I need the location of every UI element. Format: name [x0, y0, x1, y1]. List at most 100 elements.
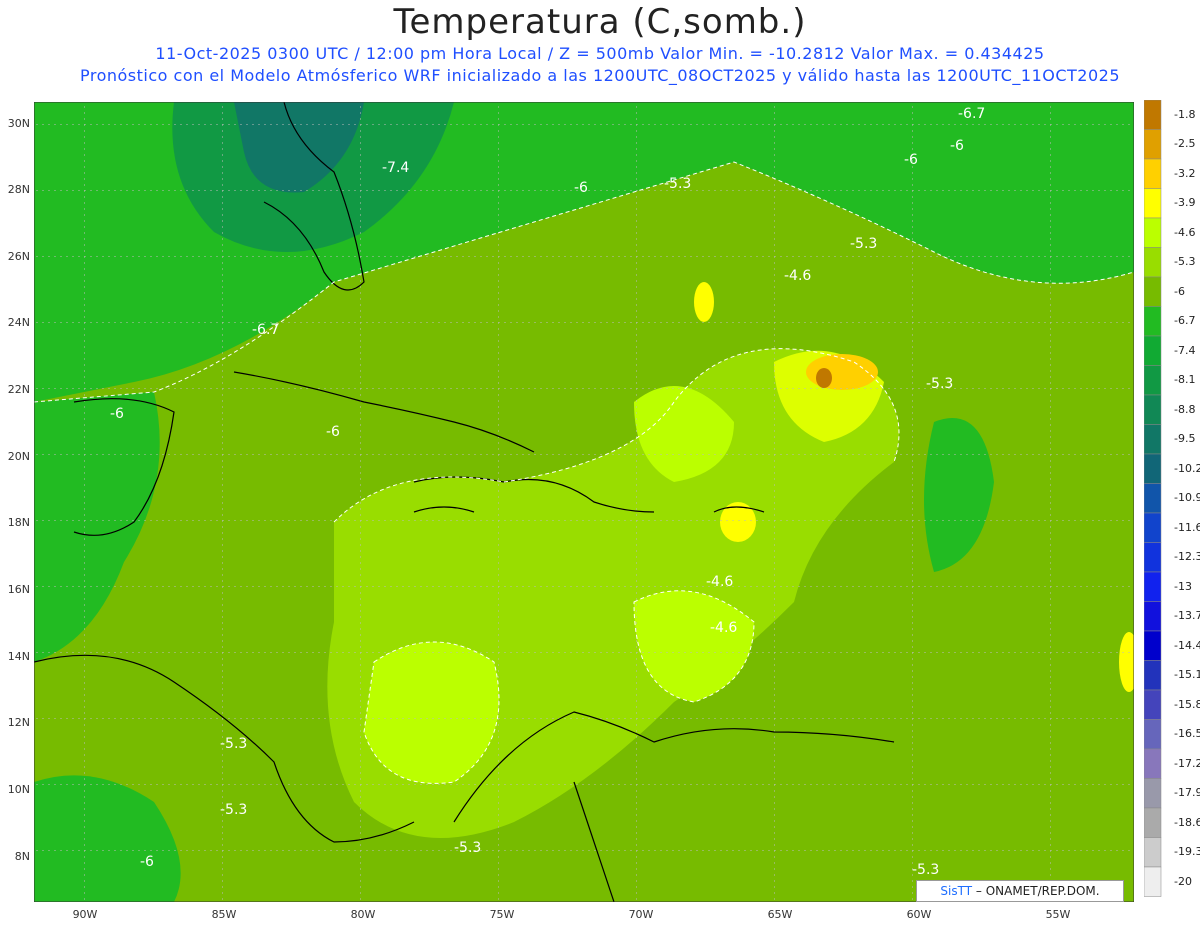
contour-label: -5.3	[220, 736, 247, 752]
colorbar-label: -10.9	[1174, 491, 1200, 505]
colorbar-label: -9.5	[1174, 432, 1196, 446]
colorbar-label: -20	[1174, 874, 1192, 888]
lat-label: 22N	[7, 383, 30, 396]
colorbar-swatch	[1144, 335, 1162, 366]
colorbar-label: -13	[1174, 579, 1192, 593]
colorbar-swatch	[1144, 483, 1162, 514]
lon-label: 90W	[72, 908, 98, 921]
colorbar-swatch	[1144, 424, 1162, 455]
contour-label: -5.3	[664, 176, 691, 192]
colorbar-label: -17.2	[1174, 756, 1200, 770]
lon-label: 85W	[211, 908, 237, 921]
credit-box: SisTT – ONAMET/REP.DOM.	[916, 880, 1124, 902]
subtitle-date-stats: 11-Oct-2025 0300 UTC / 12:00 pm Hora Loc…	[155, 44, 1045, 63]
colorbar-label: -6	[1174, 284, 1185, 298]
colorbar-label: -17.9	[1174, 786, 1200, 800]
lat-label: 26N	[7, 250, 30, 263]
colorbar-label: -4.6	[1174, 225, 1196, 239]
colorbar-label: -3.2	[1174, 166, 1196, 180]
lat-label: 12N	[7, 716, 30, 729]
colorbar-label: -5.3	[1174, 255, 1196, 269]
colorbar-label: -10.2	[1174, 461, 1200, 475]
contour-label: -5.3	[912, 862, 939, 878]
colorbar-label: -8.1	[1174, 373, 1196, 387]
colorbar-swatch	[1144, 217, 1162, 248]
contour-label: -6.7	[958, 106, 985, 122]
contour-label: -6	[950, 138, 964, 154]
contour-label: -6	[140, 854, 154, 870]
colorbar-swatch	[1144, 129, 1162, 160]
colorbar-label: -16.5	[1174, 727, 1200, 741]
colorbar-swatch	[1144, 807, 1162, 838]
contour-label: -5.3	[220, 802, 247, 818]
lat-label: 14N	[7, 650, 30, 663]
colorbar-label: -19.3	[1174, 845, 1200, 859]
colorbar-swatch	[1144, 571, 1162, 602]
colorbar-swatch	[1144, 188, 1162, 219]
colorbar-swatch	[1144, 837, 1162, 868]
colorbar-swatch	[1144, 247, 1162, 278]
contour-label: -6	[574, 180, 588, 196]
colorbar-label: -15.1	[1174, 668, 1200, 682]
colorbar-swatch	[1144, 689, 1162, 720]
colorbar-label: -8.8	[1174, 402, 1196, 416]
colorbar-label: -6.7	[1174, 314, 1196, 328]
lon-label: 55W	[1045, 908, 1071, 921]
lat-label: 24N	[7, 316, 30, 329]
contour-label: -6.7	[252, 322, 279, 338]
colorbar-swatch	[1144, 719, 1162, 750]
contour-label: -5.3	[850, 236, 877, 252]
temperature-map: -6.7 -7.4 -6 -5.3 -6 -6 -5.3 -4.6 -6.7 -…	[34, 102, 1134, 902]
contour-label: -6	[110, 406, 124, 422]
colorbar-label: -18.6	[1174, 815, 1200, 829]
lon-label: 75W	[489, 908, 515, 921]
colorbar-label: -2.5	[1174, 137, 1196, 151]
lat-label: 30N	[7, 117, 30, 130]
lon-label: 60W	[906, 908, 932, 921]
contour-label: -4.6	[706, 574, 733, 590]
lat-label: 18N	[7, 516, 30, 529]
colorbar-swatch	[1144, 542, 1162, 573]
contour-label: -6	[904, 152, 918, 168]
colorbar-label: -14.4	[1174, 638, 1200, 652]
colorbar-swatch	[1144, 158, 1162, 189]
colorbar-swatch	[1144, 394, 1162, 425]
colorbar-swatch	[1144, 660, 1162, 691]
credit-brand: SisTT	[940, 884, 973, 898]
contour-label: -5.3	[926, 376, 953, 392]
lat-label: 10N	[7, 783, 30, 796]
lat-label: 8N	[14, 850, 30, 863]
lat-label: 28N	[7, 183, 30, 196]
contour-label: -4.6	[710, 620, 737, 636]
colorbar-label: -12.3	[1174, 550, 1200, 564]
lon-label: 70W	[628, 908, 654, 921]
contour-label: -6	[326, 424, 340, 440]
lon-label: 65W	[767, 908, 793, 921]
colorbar-swatch	[1144, 630, 1162, 661]
contour-label: -5.3	[454, 840, 481, 856]
colorbar-swatch	[1144, 748, 1162, 779]
chart-title: Temperatura (C,somb.)	[393, 2, 807, 42]
colorbar-label: -13.7	[1174, 609, 1200, 623]
colorbar-label: -1.8	[1174, 107, 1196, 121]
credit-text: – ONAMET/REP.DOM.	[975, 884, 1100, 898]
colorbar-swatch	[1144, 512, 1162, 543]
colorbar-swatch	[1144, 100, 1162, 130]
colorbar-swatch	[1144, 601, 1162, 632]
lon-label: 80W	[350, 908, 376, 921]
colorbar-swatch	[1144, 365, 1162, 396]
colorbar-swatch	[1144, 453, 1162, 484]
colorbar-swatch	[1144, 866, 1162, 897]
colorbar	[1144, 100, 1162, 897]
contour-label: -7.4	[382, 160, 409, 176]
colorbar-swatch	[1144, 306, 1162, 337]
colorbar-swatch	[1144, 778, 1162, 809]
colorbar-label: -3.9	[1174, 196, 1196, 210]
lat-label: 20N	[7, 450, 30, 463]
contour-label: -4.6	[784, 268, 811, 284]
subtitle-model-info: Pronóstico con el Modelo Atmósferico WRF…	[79, 66, 1120, 85]
colorbar-label: -11.6	[1174, 520, 1200, 534]
colorbar-swatch	[1144, 276, 1162, 307]
colorbar-label: -15.8	[1174, 697, 1200, 711]
lat-label: 16N	[7, 583, 30, 596]
